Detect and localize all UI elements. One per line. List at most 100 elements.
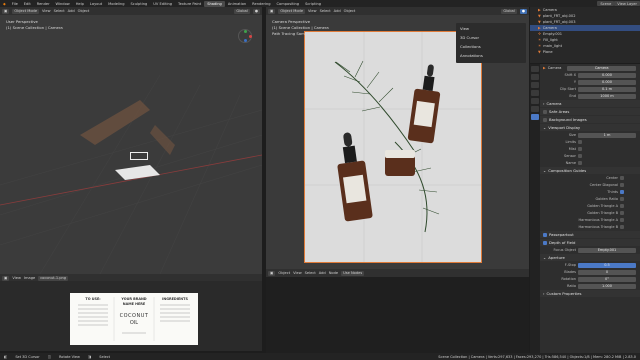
- image-name-field[interactable]: coconut-1.png: [38, 275, 69, 281]
- prop-field-clip-end[interactable]: 1000 m: [578, 93, 636, 99]
- name-checkbox[interactable]: [578, 161, 582, 165]
- transform-orientation-dropdown[interactable]: Global: [501, 8, 517, 14]
- prop-field-shift-y[interactable]: 0.000: [578, 79, 636, 85]
- scene-tab-icon[interactable]: [531, 82, 539, 88]
- limits-checkbox[interactable]: [578, 140, 582, 144]
- menu-select[interactable]: Select: [54, 9, 65, 13]
- section-viewport-display[interactable]: ⌄ Viewport Display: [540, 124, 640, 131]
- menu-node[interactable]: Node: [329, 271, 338, 275]
- section-background-images[interactable]: Background Images: [540, 116, 640, 123]
- menu-help[interactable]: Help: [73, 2, 87, 6]
- mode-dropdown[interactable]: Object Mode: [12, 8, 40, 14]
- guide-checkbox[interactable]: [620, 183, 624, 187]
- prop-field-shift-x[interactable]: 0.000: [578, 72, 636, 78]
- outliner-row-7[interactable]: ▼ Plane: [530, 49, 640, 55]
- editor-type-icon[interactable]: ▣: [2, 8, 10, 14]
- workspace-tab-scripting[interactable]: Scripting: [302, 1, 324, 7]
- menu-object[interactable]: Object: [278, 271, 290, 275]
- section-custom-properties[interactable]: › Custom Properties: [540, 290, 640, 297]
- workspace-tab-uv-editing[interactable]: UV Editing: [150, 1, 175, 7]
- guide-checkbox[interactable]: [620, 190, 624, 194]
- mouse-left-icon: ◧: [4, 354, 8, 359]
- output-tab-icon[interactable]: [531, 74, 539, 80]
- prop-field-focus-object[interactable]: Empty.001: [578, 247, 636, 253]
- workspace-tab-animation[interactable]: Animation: [225, 1, 249, 7]
- node-editor-area[interactable]: [266, 277, 529, 353]
- guide-checkbox[interactable]: [620, 225, 624, 229]
- prop-field-fstop[interactable]: 0.5: [578, 262, 636, 268]
- blender-logo-icon[interactable]: ◆: [0, 2, 9, 6]
- render-tab-icon[interactable]: [531, 66, 539, 72]
- guide-checkbox[interactable]: [620, 176, 624, 180]
- prop-label: Name: [565, 161, 576, 165]
- menu-file[interactable]: File: [9, 2, 21, 6]
- menu-view[interactable]: View: [293, 271, 302, 275]
- use-nodes-toggle[interactable]: Use Nodes: [341, 270, 365, 276]
- view-layer-selector[interactable]: View Layer: [614, 1, 640, 6]
- camera-object[interactable]: [130, 152, 148, 160]
- section-depth-of-field[interactable]: Depth of Field: [540, 239, 640, 246]
- menu-object[interactable]: Object: [78, 9, 90, 13]
- overlay-menu-annotations[interactable]: Annotations: [460, 53, 483, 58]
- menu-select[interactable]: Select: [320, 9, 331, 13]
- menu-view[interactable]: View: [12, 276, 21, 280]
- section-camera[interactable]: › Camera: [540, 100, 640, 107]
- navigation-gizmo[interactable]: [238, 29, 252, 43]
- constraints-tab-icon[interactable]: [531, 106, 539, 112]
- prop-field-rotation[interactable]: 0°: [578, 276, 636, 282]
- camera-data-tab-icon[interactable]: [531, 114, 539, 120]
- editor-type-icon[interactable]: ▣: [2, 275, 10, 281]
- prop-field-ratio[interactable]: 1.000: [578, 283, 636, 289]
- camera-data-name-field[interactable]: Camera: [567, 65, 636, 71]
- guide-checkbox[interactable]: [620, 218, 624, 222]
- menu-add[interactable]: Add: [68, 9, 75, 13]
- menu-edit[interactable]: Edit: [21, 2, 34, 6]
- workspace-tab-modeling[interactable]: Modeling: [105, 1, 127, 7]
- prop-field-clip-start[interactable]: 0.1 m: [578, 86, 636, 92]
- workspace-tab-shading[interactable]: Shading: [204, 0, 225, 7]
- sensor-checkbox[interactable]: [578, 154, 582, 158]
- section-passepartout[interactable]: Passepartout: [540, 231, 640, 238]
- background-images-checkbox[interactable]: [543, 117, 547, 122]
- menu-render[interactable]: Render: [34, 2, 53, 6]
- overlay-menu-3d-cursor[interactable]: 3D Cursor: [460, 35, 479, 40]
- viewport-3d-camera[interactable]: ▣ Object Mode View Select Add Object Glo…: [266, 7, 529, 269]
- shading-mode-icon[interactable]: ●: [252, 8, 260, 14]
- mist-checkbox[interactable]: [578, 147, 582, 151]
- editor-type-icon[interactable]: ▣: [268, 270, 276, 276]
- section-aperture[interactable]: ⌄ Aperture: [540, 254, 640, 261]
- world-tab-icon[interactable]: [531, 90, 539, 96]
- workspace-tab-layout[interactable]: Layout: [87, 1, 105, 7]
- rendered-shading-icon[interactable]: ●: [519, 8, 527, 14]
- workspace-tab-sculpting[interactable]: Sculpting: [128, 1, 151, 7]
- menu-window[interactable]: Window: [53, 2, 73, 6]
- menu-object[interactable]: Object: [344, 9, 356, 13]
- menu-image[interactable]: Image: [24, 276, 35, 280]
- prop-field-size[interactable]: 1 m: [578, 132, 636, 138]
- mode-dropdown[interactable]: Object Mode: [278, 8, 306, 14]
- scene-selector[interactable]: Scene: [597, 1, 615, 6]
- guide-checkbox[interactable]: [620, 211, 624, 215]
- workspace-tab-compositing[interactable]: Compositing: [274, 1, 303, 7]
- safe-areas-checkbox[interactable]: [543, 109, 547, 114]
- prop-field-blades[interactable]: 0: [578, 269, 636, 275]
- dof-checkbox[interactable]: [543, 240, 547, 245]
- editor-type-icon[interactable]: ▣: [268, 8, 276, 14]
- menu-select[interactable]: Select: [305, 271, 316, 275]
- viewport-3d-left[interactable]: ▣ Object Mode View Select Add Object Glo…: [0, 7, 262, 274]
- overlay-menu-collections[interactable]: Collections: [460, 44, 481, 49]
- transform-orientation-dropdown[interactable]: Global: [234, 8, 250, 14]
- menu-add[interactable]: Add: [334, 9, 341, 13]
- section-composition-guides[interactable]: ⌄ Composition Guides: [540, 167, 640, 174]
- object-tab-icon[interactable]: [531, 98, 539, 104]
- menu-add[interactable]: Add: [319, 271, 326, 275]
- passepartout-checkbox[interactable]: [543, 232, 547, 237]
- menu-view[interactable]: View: [308, 9, 317, 13]
- workspace-tab-texture-paint[interactable]: Texture Paint: [175, 1, 204, 7]
- overlay-menu-view[interactable]: View: [460, 26, 469, 31]
- section-safe-areas[interactable]: Safe Areas: [540, 108, 640, 115]
- guide-checkbox[interactable]: [620, 197, 624, 201]
- menu-view[interactable]: View: [42, 9, 51, 13]
- workspace-tab-rendering[interactable]: Rendering: [249, 1, 273, 7]
- guide-checkbox[interactable]: [620, 204, 624, 208]
